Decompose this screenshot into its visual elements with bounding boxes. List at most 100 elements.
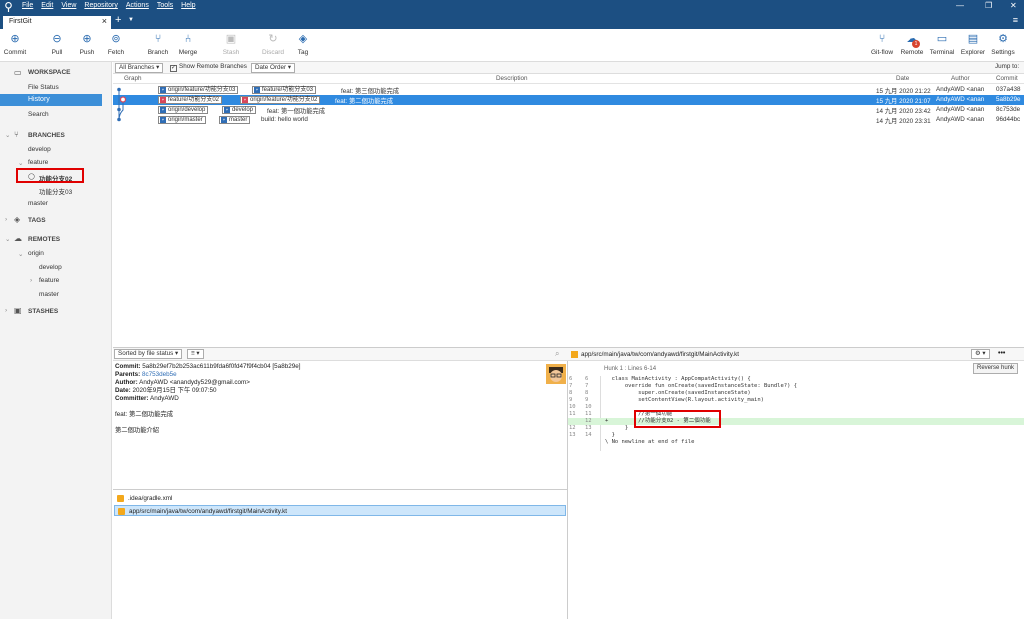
changed-file-row-selected[interactable]: app/src/main/java/tw/com/andyawd/firstgi…: [114, 505, 566, 516]
commit-node[interactable]: [117, 107, 121, 112]
menu-help[interactable]: Help: [181, 2, 195, 9]
date-value: 2020年9月15日 下午 09:07:50: [132, 387, 217, 394]
old-line-number: 10: [569, 404, 576, 410]
col-author[interactable]: Author: [951, 75, 970, 82]
hamburger-menu-icon[interactable]: ≡: [1013, 15, 1018, 25]
diff-line[interactable]: 9 9 setContentView(R.layout.activity_main…: [568, 397, 1024, 404]
log-row[interactable]: ⑂ origin/feature/功能分支03 ⑂ feature/功能分支03 f…: [113, 85, 1024, 95]
files-splitter[interactable]: [113, 489, 568, 490]
log-row[interactable]: ⑂ origin/develop ⑂ develop feat: 第一個功能完成 1…: [113, 105, 1024, 115]
file-path: app/src/main/java/tw/com/andyawd/firstgi…: [129, 508, 288, 515]
sidebar-remote-feature[interactable]: feature: [39, 277, 59, 284]
diff-line[interactable]: 8 8 super.onCreate(savedInstanceState): [568, 390, 1024, 397]
remote-branch-label: ⑂ origin/feature/功能分支02: [240, 96, 321, 104]
sidebar-remote-master[interactable]: master: [39, 291, 59, 298]
file-path: .idea/gradle.xml: [128, 495, 173, 502]
diff-line[interactable]: 7 7 override fun onCreate(savedInstanceSt…: [568, 383, 1024, 390]
tags-chevron-icon[interactable]: ›: [5, 216, 7, 223]
log-row-selected[interactable]: ⑂ feature/功能分支02 ⑂ origin/feature/功能分支02 f…: [113, 95, 1024, 105]
fetch-button[interactable]: ⊚ Fetch: [98, 32, 134, 56]
parent-hash-link[interactable]: 8c753deb5e: [142, 371, 177, 378]
col-graph[interactable]: Graph: [124, 75, 142, 82]
close-tab-icon[interactable]: ×: [102, 16, 107, 26]
origin-chevron-icon[interactable]: ⌄: [18, 250, 23, 258]
sidebar-item-history[interactable]: History: [0, 94, 102, 106]
menu-actions[interactable]: Actions: [126, 2, 149, 9]
commit-date: 15 九月 2020 21:22: [876, 88, 931, 95]
sidebar-item-file-status[interactable]: File Status: [28, 84, 59, 91]
discard-icon: ↻: [268, 33, 278, 45]
settings-button[interactable]: ⚙ Settings: [985, 32, 1021, 56]
view-mode-dropdown[interactable]: ≡ ▾: [187, 349, 204, 359]
sidebar-branch-folder-feature[interactable]: feature: [28, 159, 48, 166]
branch-tag-icon: ⑂: [160, 97, 166, 103]
author-label: Author:: [115, 379, 138, 386]
branches-chevron-icon[interactable]: ⌄: [5, 131, 10, 139]
remote-feature-chevron-icon[interactable]: ›: [30, 277, 32, 284]
new-line-number: 13: [585, 425, 592, 431]
sidebar-branch-feature-03[interactable]: 功能分支03: [39, 186, 72, 196]
menu-view[interactable]: View: [61, 2, 76, 9]
remote-branch-label: ⑂ origin/feature/功能分支03: [158, 86, 239, 94]
changed-file-row[interactable]: .idea/gradle.xml: [114, 493, 566, 504]
feature-chevron-icon[interactable]: ⌄: [18, 159, 23, 167]
branch-tag-icon: ⑂: [224, 107, 230, 113]
tag-button[interactable]: ◈ Tag: [285, 32, 321, 56]
remotes-header[interactable]: REMOTES: [28, 236, 60, 243]
remotes-chevron-icon[interactable]: ⌄: [5, 235, 10, 243]
more-options-icon[interactable]: •••: [998, 350, 1005, 357]
sourcetree-logo-icon: [5, 2, 12, 12]
branches-filter-dropdown[interactable]: All Branches ▾: [115, 63, 164, 73]
restore-icon[interactable]: ❐: [985, 1, 992, 10]
col-commit[interactable]: Commit: [996, 75, 1018, 82]
tags-header[interactable]: TAGS: [28, 217, 46, 224]
new-tab-icon[interactable]: +: [115, 14, 121, 26]
reverse-hunk-button[interactable]: Reverse hunk: [973, 363, 1019, 374]
head-commit-node[interactable]: [119, 96, 127, 103]
tab-dropdown-icon[interactable]: ▼: [128, 17, 134, 23]
repo-tab[interactable]: FirstGit ×: [3, 16, 111, 29]
menu-edit[interactable]: Edit: [41, 2, 53, 9]
diff-file-path: app/src/main/java/tw/com/andyawd/firstgi…: [581, 351, 740, 358]
search-icon[interactable]: ⌕: [555, 349, 559, 359]
stash-button[interactable]: ▣ Stash: [213, 32, 249, 56]
new-line-number: 10: [585, 404, 592, 410]
sidebar-item-search[interactable]: Search: [28, 111, 49, 118]
stashes-chevron-icon[interactable]: ›: [5, 307, 7, 314]
diff-line[interactable]: 6 6 class MainActivity : AppCompatActivit…: [568, 376, 1024, 383]
sidebar-branch-develop[interactable]: develop: [28, 146, 51, 153]
workspace-header: WORKSPACE: [28, 69, 71, 76]
diff-pane: app/src/main/java/tw/com/andyawd/firstgi…: [568, 348, 1024, 619]
order-dropdown[interactable]: Date Order ▾: [251, 63, 296, 73]
menu-file[interactable]: File: [22, 2, 33, 9]
sidebar-remote-develop[interactable]: develop: [39, 264, 62, 271]
menu-repository[interactable]: Repository: [84, 2, 117, 9]
log-row[interactable]: ⑂ origin/master ⑂ master build: hello worl…: [113, 115, 1024, 125]
stashes-header[interactable]: STASHES: [28, 308, 58, 315]
committer-value: AndyAWD: [150, 395, 179, 402]
col-description[interactable]: Description: [496, 75, 528, 82]
highlight-box-branch: [16, 168, 84, 183]
sidebar-branch-master[interactable]: master: [28, 200, 48, 207]
menu-tools[interactable]: Tools: [157, 2, 173, 9]
sidebar-remote-origin[interactable]: origin: [28, 250, 44, 257]
minimize-icon[interactable]: —: [956, 1, 964, 10]
commit-button[interactable]: ⊕ Commit: [0, 32, 33, 56]
commit-node[interactable]: [117, 87, 121, 92]
branch-label: Branch: [147, 49, 169, 56]
diff-options-dropdown[interactable]: ⚙ ▾: [971, 349, 990, 359]
avatar: [546, 364, 566, 384]
modified-file-icon: [571, 351, 578, 358]
diff-line[interactable]: \ No newline at end of file: [568, 439, 1024, 446]
col-date[interactable]: Date: [896, 75, 909, 82]
branch-icon: ⑂: [14, 130, 19, 139]
close-window-icon[interactable]: ✕: [1010, 1, 1017, 10]
diff-line-text: super.onCreate(savedInstanceState): [605, 390, 751, 396]
show-remote-branches-checkbox[interactable]: ✓ Show Remote Branches: [170, 63, 247, 72]
sort-dropdown[interactable]: Sorted by file status ▾: [114, 349, 183, 359]
diff-line[interactable]: 13 14 }: [568, 432, 1024, 439]
merge-button[interactable]: ⑃ Merge: [170, 32, 206, 56]
commit-node[interactable]: [117, 117, 121, 122]
committer-label: Committer:: [115, 395, 149, 402]
branches-header[interactable]: BRANCHES: [28, 132, 65, 139]
